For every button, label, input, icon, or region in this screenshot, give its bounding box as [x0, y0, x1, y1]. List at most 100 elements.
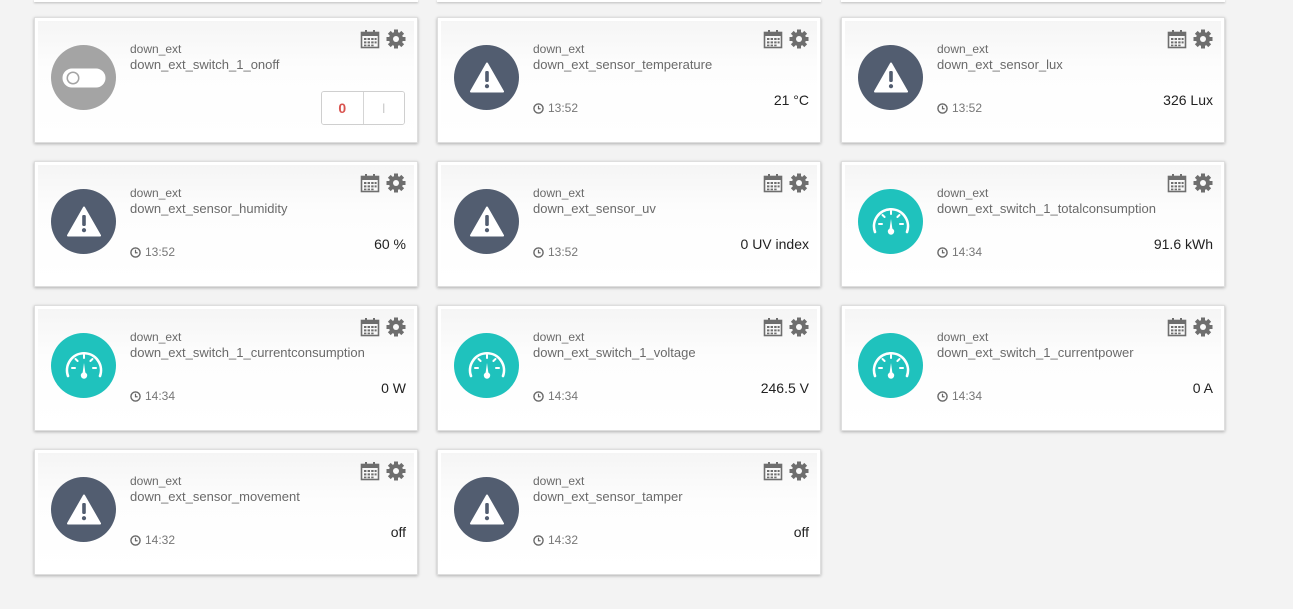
gauge-icon	[454, 333, 519, 398]
device-card: down_ext down_ext_switch_1_currentconsump…	[34, 305, 418, 431]
gear-icon[interactable]	[386, 29, 406, 49]
calendar-icon[interactable]	[763, 173, 783, 193]
clock-icon	[130, 246, 141, 258]
gear-icon[interactable]	[789, 29, 809, 49]
card-tools	[360, 461, 406, 481]
last-update-time: 14:34	[952, 245, 983, 259]
warning-triangle-icon	[858, 45, 923, 110]
card-tools	[1167, 29, 1213, 49]
device-type: down_ext	[130, 474, 182, 488]
device-card: down_ext down_ext_sensor_lux 13:52 326 Lux	[841, 17, 1225, 143]
gear-icon[interactable]	[789, 173, 809, 193]
gear-icon[interactable]	[1193, 317, 1213, 337]
gear-icon[interactable]	[386, 461, 406, 481]
calendar-icon[interactable]	[1167, 317, 1187, 337]
device-name: down_ext_sensor_lux	[937, 57, 1063, 72]
device-card-body: down_ext down_ext_switch_1_currentpower 14…	[845, 309, 1221, 427]
device-type: down_ext	[937, 42, 989, 56]
device-card: down_ext down_ext_switch_1_voltage 14:34 24…	[437, 305, 821, 431]
device-card: down_ext down_ext_sensor_tamper 14:32 off	[437, 449, 821, 575]
device-card-body: down_ext down_ext_sensor_movement 14:32 off	[38, 453, 414, 571]
last-update: 14:34	[130, 389, 175, 403]
device-name: down_ext_sensor_temperature	[533, 57, 713, 72]
clock-icon	[937, 246, 948, 258]
last-update-time: 14:32	[145, 533, 176, 547]
device-card: down_ext down_ext_sensor_movement 14:32 off	[34, 449, 418, 575]
gear-icon[interactable]	[386, 317, 406, 337]
warning-triangle-icon	[51, 189, 116, 254]
device-type: down_ext	[937, 186, 989, 200]
card-tools	[1167, 173, 1213, 193]
last-update-time: 13:52	[548, 245, 579, 259]
clock-icon	[533, 102, 544, 114]
calendar-icon[interactable]	[360, 461, 380, 481]
clock-icon	[130, 534, 141, 546]
warning-triangle-icon	[454, 45, 519, 110]
device-value: 60 %	[374, 236, 406, 252]
card-edge	[437, 0, 821, 2]
device-type: down_ext	[130, 42, 182, 56]
gauge-icon	[51, 333, 116, 398]
device-card-body: down_ext down_ext_sensor_lux 13:52 326 Lux	[845, 21, 1221, 139]
card-tools	[360, 317, 406, 337]
calendar-icon[interactable]	[763, 29, 783, 49]
last-update: 14:34	[533, 389, 578, 403]
device-type: down_ext	[533, 42, 585, 56]
clock-icon	[533, 390, 544, 402]
on-button[interactable]: I	[363, 92, 404, 124]
device-name: down_ext_switch_1_currentconsumption	[130, 345, 365, 360]
device-name: down_ext_sensor_tamper	[533, 489, 683, 504]
card-tools	[1167, 317, 1213, 337]
device-name: down_ext_switch_1_currentpower	[937, 345, 1134, 360]
device-card: down_ext down_ext_switch_1_onoff 0 I	[34, 17, 418, 143]
last-update: 13:52	[533, 245, 578, 259]
calendar-icon[interactable]	[360, 173, 380, 193]
device-card: down_ext down_ext_switch_1_totalconsumpti…	[841, 161, 1225, 287]
gauge-icon	[858, 189, 923, 254]
warning-triangle-icon	[51, 477, 116, 542]
last-update: 14:32	[533, 533, 578, 547]
clock-icon	[937, 390, 948, 402]
calendar-icon[interactable]	[1167, 173, 1187, 193]
clock-icon	[130, 390, 141, 402]
device-card: down_ext down_ext_sensor_uv 13:52 0 UV inde…	[437, 161, 821, 287]
device-name: down_ext_switch_1_voltage	[533, 345, 696, 360]
toggle-switch-icon	[51, 45, 116, 110]
device-type: down_ext	[130, 330, 182, 344]
last-update-time: 13:52	[952, 101, 983, 115]
last-update: 14:34	[937, 245, 982, 259]
off-button[interactable]: 0	[322, 92, 364, 124]
device-value: 91.6 kWh	[1153, 236, 1213, 252]
device-card: down_ext down_ext_switch_1_currentpower 14…	[841, 305, 1225, 431]
device-name: down_ext_switch_1_totalconsumption	[937, 201, 1156, 216]
calendar-icon[interactable]	[360, 29, 380, 49]
device-name: down_ext_sensor_humidity	[130, 201, 288, 216]
calendar-icon[interactable]	[1167, 29, 1187, 49]
device-card: down_ext down_ext_sensor_temperature 13:52…	[437, 17, 821, 143]
device-value: 246.5 V	[760, 380, 809, 396]
calendar-icon[interactable]	[360, 317, 380, 337]
device-card-body: down_ext down_ext_switch_1_onoff 0 I	[38, 21, 414, 139]
gear-icon[interactable]	[1193, 173, 1213, 193]
device-card-body: down_ext down_ext_switch_1_currentconsump…	[38, 309, 414, 427]
last-update: 13:52	[130, 245, 175, 259]
gear-icon[interactable]	[1193, 29, 1213, 49]
device-card-body: down_ext down_ext_switch_1_voltage 14:34 24…	[441, 309, 817, 427]
device-value: 326 Lux	[1163, 92, 1213, 108]
previous-row-edge	[34, 0, 1225, 2]
clock-icon	[533, 246, 544, 258]
calendar-icon[interactable]	[763, 461, 783, 481]
gear-icon[interactable]	[386, 173, 406, 193]
card-tools	[360, 173, 406, 193]
last-update: 13:52	[533, 101, 578, 115]
card-tools	[763, 461, 809, 481]
device-type: down_ext	[533, 186, 585, 200]
device-value: off	[793, 524, 809, 540]
card-edge	[34, 0, 418, 2]
gear-icon[interactable]	[789, 317, 809, 337]
device-card-body: down_ext down_ext_sensor_temperature 13:52…	[441, 21, 817, 139]
device-name: down_ext_sensor_uv	[533, 201, 656, 216]
gear-icon[interactable]	[789, 461, 809, 481]
last-update-time: 14:34	[952, 389, 983, 403]
calendar-icon[interactable]	[763, 317, 783, 337]
